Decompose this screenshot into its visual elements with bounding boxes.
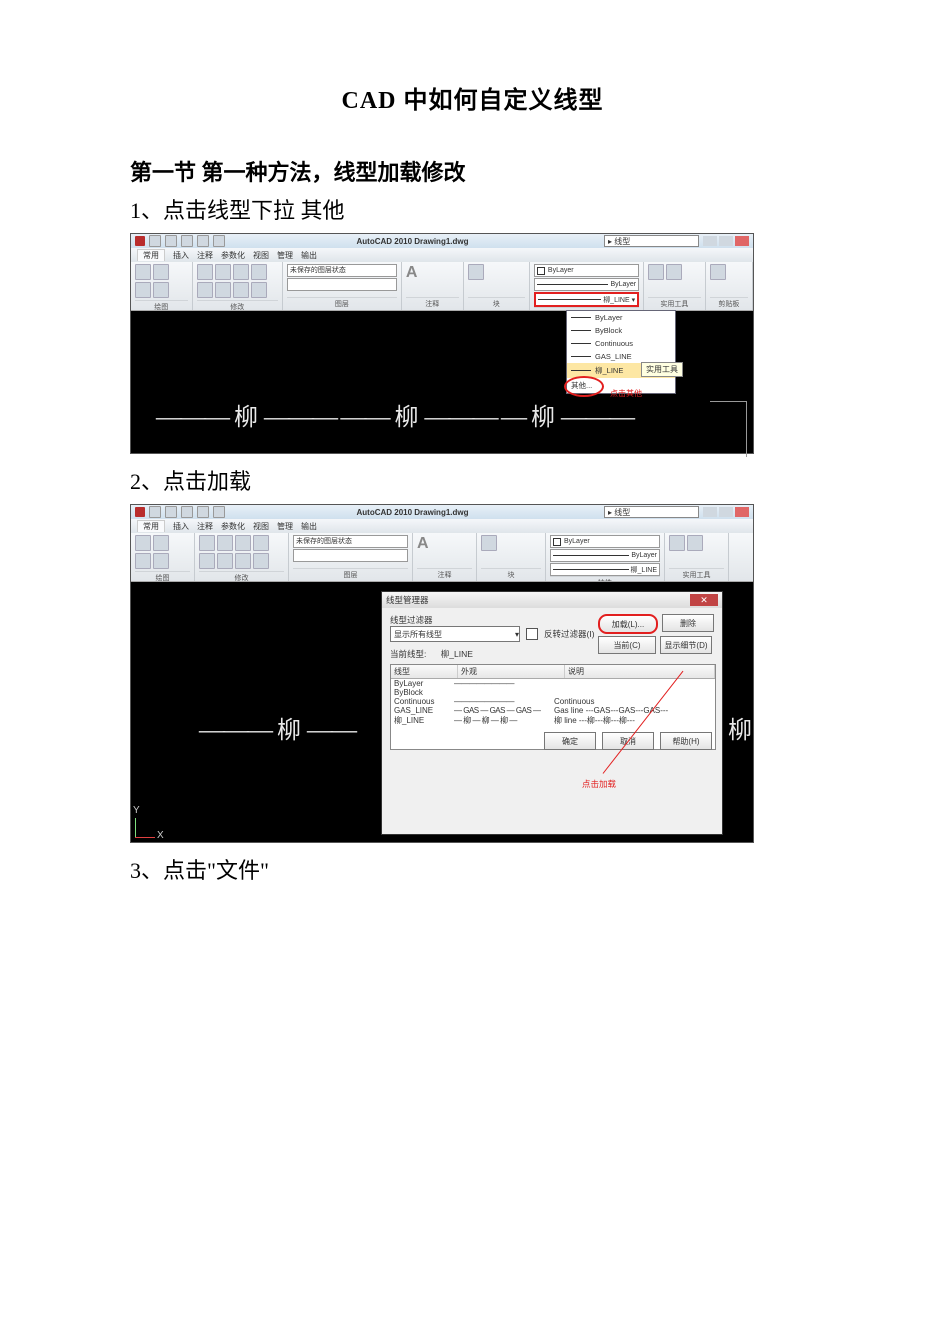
tooltip: 实用工具 (641, 362, 683, 377)
dropdown-item[interactable]: Continuous (567, 337, 675, 350)
annotation-label: 点击加载 (582, 778, 616, 790)
detail-button[interactable]: 显示细节(D) (660, 636, 712, 654)
screenshot-1: AutoCAD 2010 Drawing1.dwg ▸ 线型 常用 插入 注释 … (130, 233, 754, 454)
doc-title: CAD 中如何自定义线型 (130, 80, 815, 115)
search-icon: ▸ (608, 237, 612, 246)
step-1: 1、点击线型下拉 其他 (130, 193, 815, 225)
chevron-down-icon: ▾ (632, 296, 636, 304)
panel-draw[interactable]: 绘图 (131, 262, 193, 310)
ribbon-tab[interactable]: 参数化 (221, 250, 245, 261)
help-button[interactable]: 帮助(H) (660, 732, 712, 750)
panel-clip[interactable]: 剪贴板 (706, 262, 753, 310)
window-buttons[interactable] (703, 507, 749, 517)
panel-anno[interactable]: A注释 (402, 262, 464, 310)
ribbon-tab[interactable]: 插入 (173, 521, 189, 532)
app-title: AutoCAD 2010 Drawing1.dwg (225, 237, 600, 246)
panel-block[interactable]: 块 (477, 533, 546, 581)
dropdown-item[interactable]: ByLayer (567, 311, 675, 324)
screenshot-2: AutoCAD 2010 Drawing1.dwg ▸ 线型 常用 插入 注释 … (130, 504, 754, 843)
invert-checkbox[interactable] (526, 628, 538, 640)
chevron-down-icon: ▾ (515, 630, 519, 639)
section-heading: 第一节 第一种方法，线型加载修改 (130, 155, 815, 187)
current-button[interactable]: 当前(C) (598, 636, 656, 654)
quick-access-toolbar[interactable] (149, 506, 225, 518)
color-dropdown[interactable]: ByLayer (550, 535, 660, 548)
panel-util[interactable]: 实用工具 (665, 533, 729, 581)
ribbon-tab[interactable]: 视图 (253, 521, 269, 532)
window-buttons[interactable] (703, 236, 749, 246)
list-item[interactable]: ByLayer———————— (391, 679, 715, 688)
linetype-dropdown[interactable]: 柳_LINE ▾ (534, 292, 639, 307)
app-title: AutoCAD 2010 Drawing1.dwg (225, 508, 600, 517)
color-dropdown[interactable]: ByLayer (534, 264, 639, 277)
panel-draw[interactable]: 绘图 (131, 533, 195, 581)
ribbon-tab[interactable]: 注释 (197, 521, 213, 532)
search-input[interactable]: ▸ 线型 (604, 506, 699, 518)
step-2: 2、点击加载 (130, 464, 815, 496)
load-button[interactable]: 加载(L)... (598, 614, 658, 634)
panel-util[interactable]: 实用工具 (644, 262, 706, 310)
ribbon-tab[interactable]: 视图 (253, 250, 269, 261)
ribbon-tab[interactable]: 管理 (277, 521, 293, 532)
linetype-dropdown[interactable]: 柳_LINE (550, 563, 660, 576)
app-menu-icon[interactable] (135, 236, 145, 246)
ribbon-tab[interactable]: 输出 (301, 521, 317, 532)
ribbon-tab[interactable]: 注释 (197, 250, 213, 261)
panel-modify[interactable]: 修改 (195, 533, 289, 581)
list-item[interactable]: GAS_LINE— GAS — GAS — GAS —Gas line ---G… (391, 706, 715, 715)
annotation-label: 点击其他 (610, 388, 642, 399)
filter-select[interactable]: 显示所有线型▾ (390, 626, 520, 642)
panel-anno[interactable]: A注释 (413, 533, 477, 581)
dropdown-item[interactable]: ByBlock (567, 324, 675, 337)
quick-access-toolbar[interactable] (149, 235, 225, 247)
ribbon-tab[interactable]: 常用 (137, 520, 165, 532)
panel-block[interactable]: 块 (464, 262, 530, 310)
lineweight-dropdown[interactable]: ByLayer (534, 278, 639, 291)
panel-properties[interactable]: ByLayer ByLayer 柳_LINE ▾ 特性 (530, 262, 644, 310)
ribbon-tab[interactable]: 参数化 (221, 521, 245, 532)
panel-properties[interactable]: ByLayer ByLayer 柳_LINE 特性 (546, 533, 665, 581)
delete-button[interactable]: 删除 (662, 614, 714, 632)
step-3: 3、点击"文件" (130, 853, 815, 885)
linetype-manager-dialog: 线型管理器 ✕ 线型过滤器 显示所有线型▾ 反转过滤器(I) 加载(L)... … (381, 591, 723, 835)
close-icon[interactable]: ✕ (690, 594, 718, 606)
ribbon-tab[interactable]: 常用 (137, 249, 165, 261)
linetype-dropdown-menu[interactable]: ByLayer ByBlock Continuous GAS_LINE 柳_LI… (566, 310, 676, 394)
list-item[interactable]: Continuous————————Continuous (391, 697, 715, 706)
panel-modify[interactable]: 修改 (193, 262, 283, 310)
app-menu-icon[interactable] (135, 507, 145, 517)
list-item[interactable]: 柳_LINE— 柳 — 柳 — 柳 —柳 line ---柳---柳---柳--… (391, 715, 715, 726)
lineweight-dropdown[interactable]: ByLayer (550, 549, 660, 562)
ribbon-tab[interactable]: 管理 (277, 250, 293, 261)
ribbon-tab[interactable]: 插入 (173, 250, 189, 261)
invert-label: 反转过滤器(I) (544, 628, 595, 640)
dialog-title: 线型管理器 (386, 594, 429, 606)
panel-layer[interactable]: 未保存的图层状态图层 (289, 533, 413, 581)
annotation-circle (564, 376, 604, 397)
panel-layer[interactable]: 未保存的图层状态图层 (283, 262, 402, 310)
current-linetype-label: 当前线型: (390, 648, 426, 660)
ok-button[interactable]: 确定 (544, 732, 596, 750)
search-icon: ▸ (608, 508, 612, 517)
ribbon-tab[interactable]: 输出 (301, 250, 317, 261)
search-input[interactable]: ▸ 线型 (604, 235, 699, 247)
